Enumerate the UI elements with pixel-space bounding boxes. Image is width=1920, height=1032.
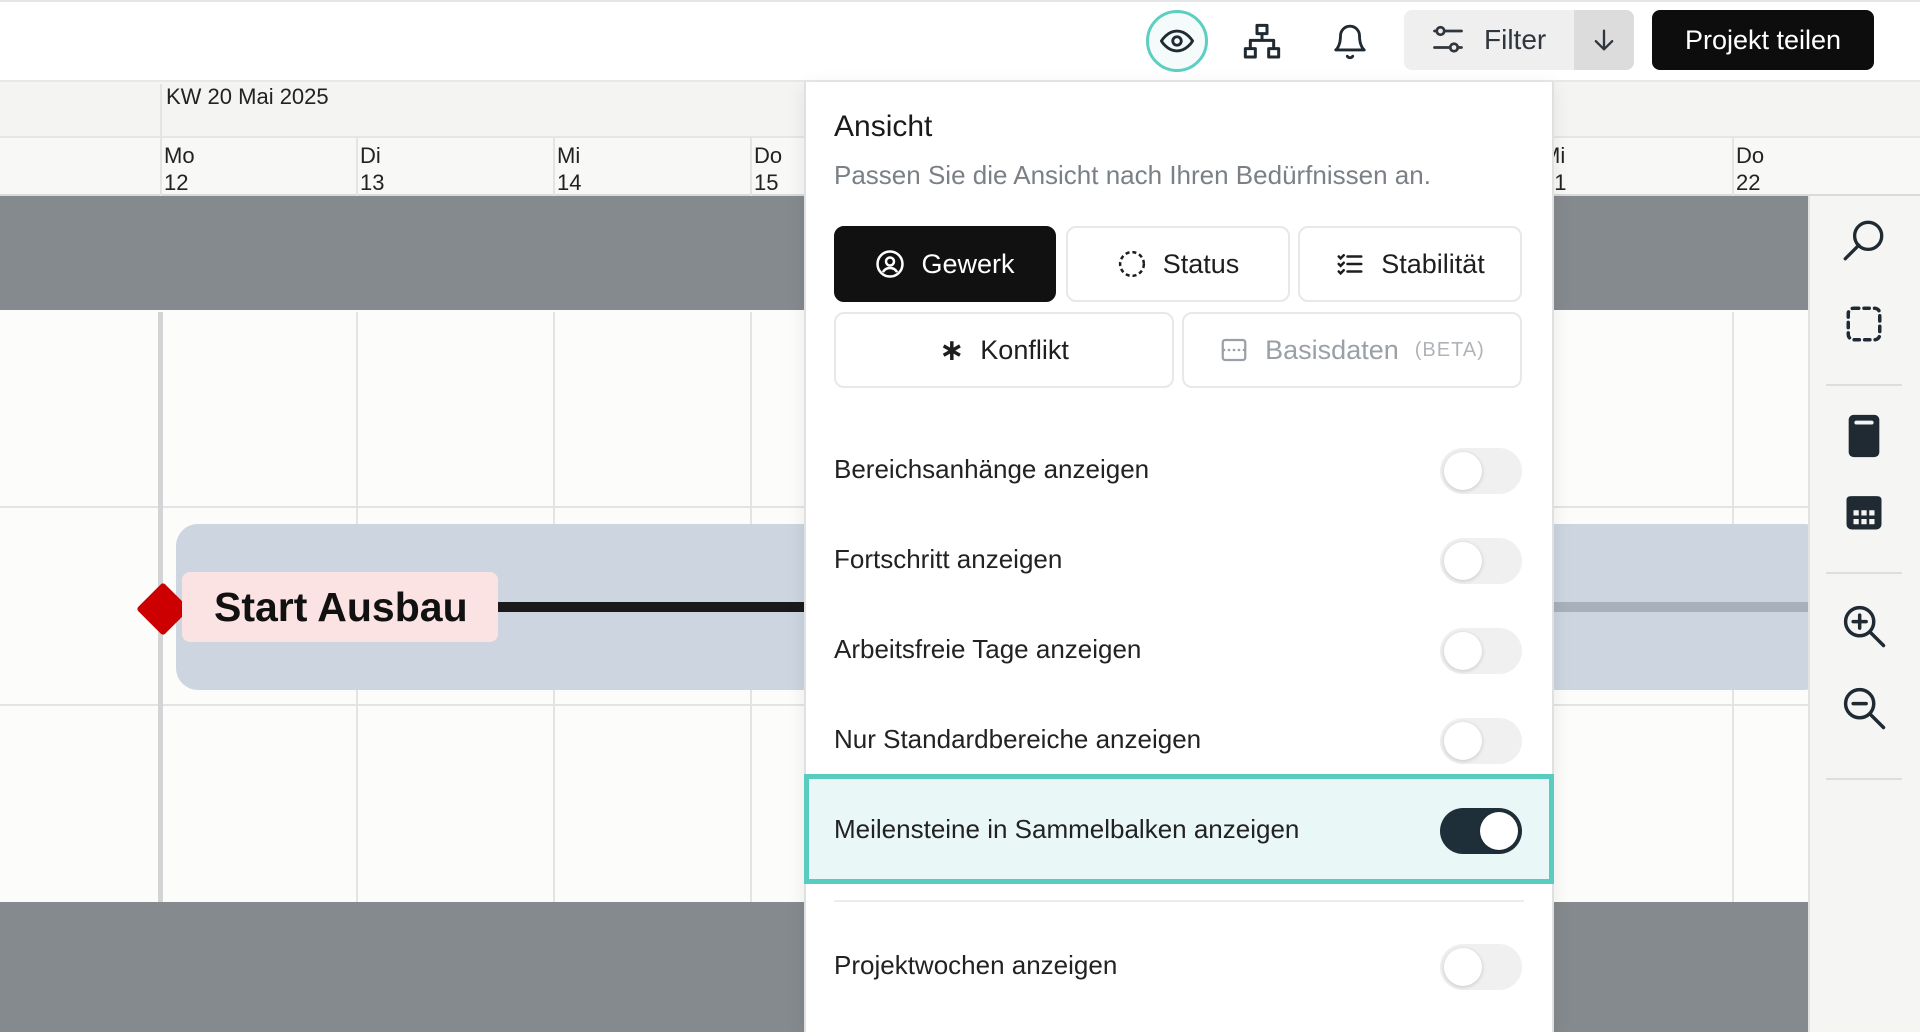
- mode-label: Gewerk: [921, 248, 1015, 279]
- dashed-circle-icon: [1118, 250, 1145, 278]
- option-label: Meilensteine in Sammelbalken anzeigen: [834, 814, 1300, 844]
- calendar-icon: [1846, 496, 1882, 530]
- popover-divider: [834, 900, 1524, 902]
- user-circle-icon: [876, 250, 905, 278]
- day-label: Do 15: [754, 143, 783, 195]
- hierarchy-icon: [1243, 23, 1281, 59]
- mode-label: Basisdaten: [1265, 334, 1399, 365]
- asterisk-icon: ∗: [939, 333, 965, 367]
- mode-basisdaten-button[interactable]: Basisdaten (BETA): [1182, 312, 1522, 388]
- view-toggle-button[interactable]: [1146, 10, 1208, 72]
- bell-icon: [1334, 24, 1366, 60]
- search-icon: [1843, 220, 1884, 261]
- toggle-fortschritt[interactable]: [1440, 538, 1522, 584]
- mode-gewerk-button[interactable]: Gewerk: [834, 226, 1056, 302]
- option-label: Fortschritt anzeigen: [834, 544, 1063, 574]
- toggle-bereichsanhaenge[interactable]: [1440, 448, 1522, 494]
- rail-divider: [1826, 384, 1902, 386]
- hierarchy-button[interactable]: [1234, 14, 1290, 70]
- marquee-select-icon: [1846, 306, 1882, 342]
- option-label: Bereichsanhänge anzeigen: [834, 454, 1150, 484]
- marquee-select-button[interactable]: [1836, 296, 1892, 352]
- search-button[interactable]: [1836, 212, 1892, 268]
- day-divider: [356, 138, 358, 196]
- zoom-in-button[interactable]: [1836, 598, 1892, 654]
- mode-stability-button[interactable]: Stabilität: [1298, 226, 1522, 302]
- toggle-arbeitsfreie-tage[interactable]: [1440, 628, 1522, 674]
- mode-label: Stabilität: [1381, 248, 1485, 279]
- toggle-standardbereiche[interactable]: [1440, 718, 1522, 764]
- week-label: KW 20 Mai 2025: [166, 84, 329, 109]
- day-label: Do 22: [1736, 143, 1765, 195]
- filter-button[interactable]: Filter: [1404, 10, 1574, 70]
- beta-badge: (BETA): [1414, 338, 1485, 361]
- mode-conflict-button[interactable]: ∗ Konflikt: [834, 312, 1174, 388]
- device-button[interactable]: [1836, 408, 1892, 464]
- mode-status-button[interactable]: Status: [1066, 226, 1290, 302]
- rail-divider: [1826, 572, 1902, 574]
- option-label: Projektwochen anzeigen: [834, 950, 1118, 980]
- popover-title: Ansicht: [834, 110, 933, 143]
- sliders-icon: [1433, 25, 1463, 53]
- day-label: Mo 12: [164, 143, 195, 195]
- database-icon: [1221, 338, 1247, 362]
- day-divider: [750, 138, 752, 196]
- notifications-button[interactable]: [1322, 14, 1378, 70]
- filter-dropdown-button[interactable]: [1574, 10, 1634, 70]
- mode-label: Konflikt: [980, 334, 1069, 365]
- zoom-in-icon: [1843, 605, 1886, 648]
- calendar-button[interactable]: [1836, 484, 1892, 540]
- milestone-connector: [1554, 602, 1808, 612]
- filter-label: Filter: [1484, 24, 1547, 55]
- mode-label: Status: [1162, 248, 1240, 279]
- day-divider: [553, 138, 555, 196]
- day-label: Mi 14: [557, 143, 582, 195]
- day-divider: [1732, 138, 1734, 196]
- arrow-down-icon: [1594, 29, 1614, 51]
- milestone-connector: [496, 602, 806, 612]
- rail-divider: [1826, 778, 1902, 780]
- zoom-out-icon: [1843, 687, 1886, 730]
- toggle-meilensteine-sammelbalken[interactable]: [1440, 808, 1522, 854]
- zoom-out-button[interactable]: [1836, 680, 1892, 736]
- eye-icon: [1160, 29, 1194, 53]
- milestone-label[interactable]: Start Ausbau: [182, 572, 498, 642]
- day-label: Di 13: [360, 143, 385, 195]
- share-project-button[interactable]: Projekt teilen: [1652, 10, 1874, 70]
- week-divider: [160, 84, 162, 196]
- option-label: Nur Standardbereiche anzeigen: [834, 724, 1202, 754]
- device-icon: [1848, 414, 1880, 458]
- checklist-icon: [1337, 254, 1363, 276]
- option-label: Arbeitsfreie Tage anzeigen: [834, 634, 1142, 664]
- popover-subtitle: Passen Sie die Ansicht nach Ihren Bedürf…: [834, 160, 1431, 190]
- toggle-projektwochen[interactable]: [1440, 944, 1522, 990]
